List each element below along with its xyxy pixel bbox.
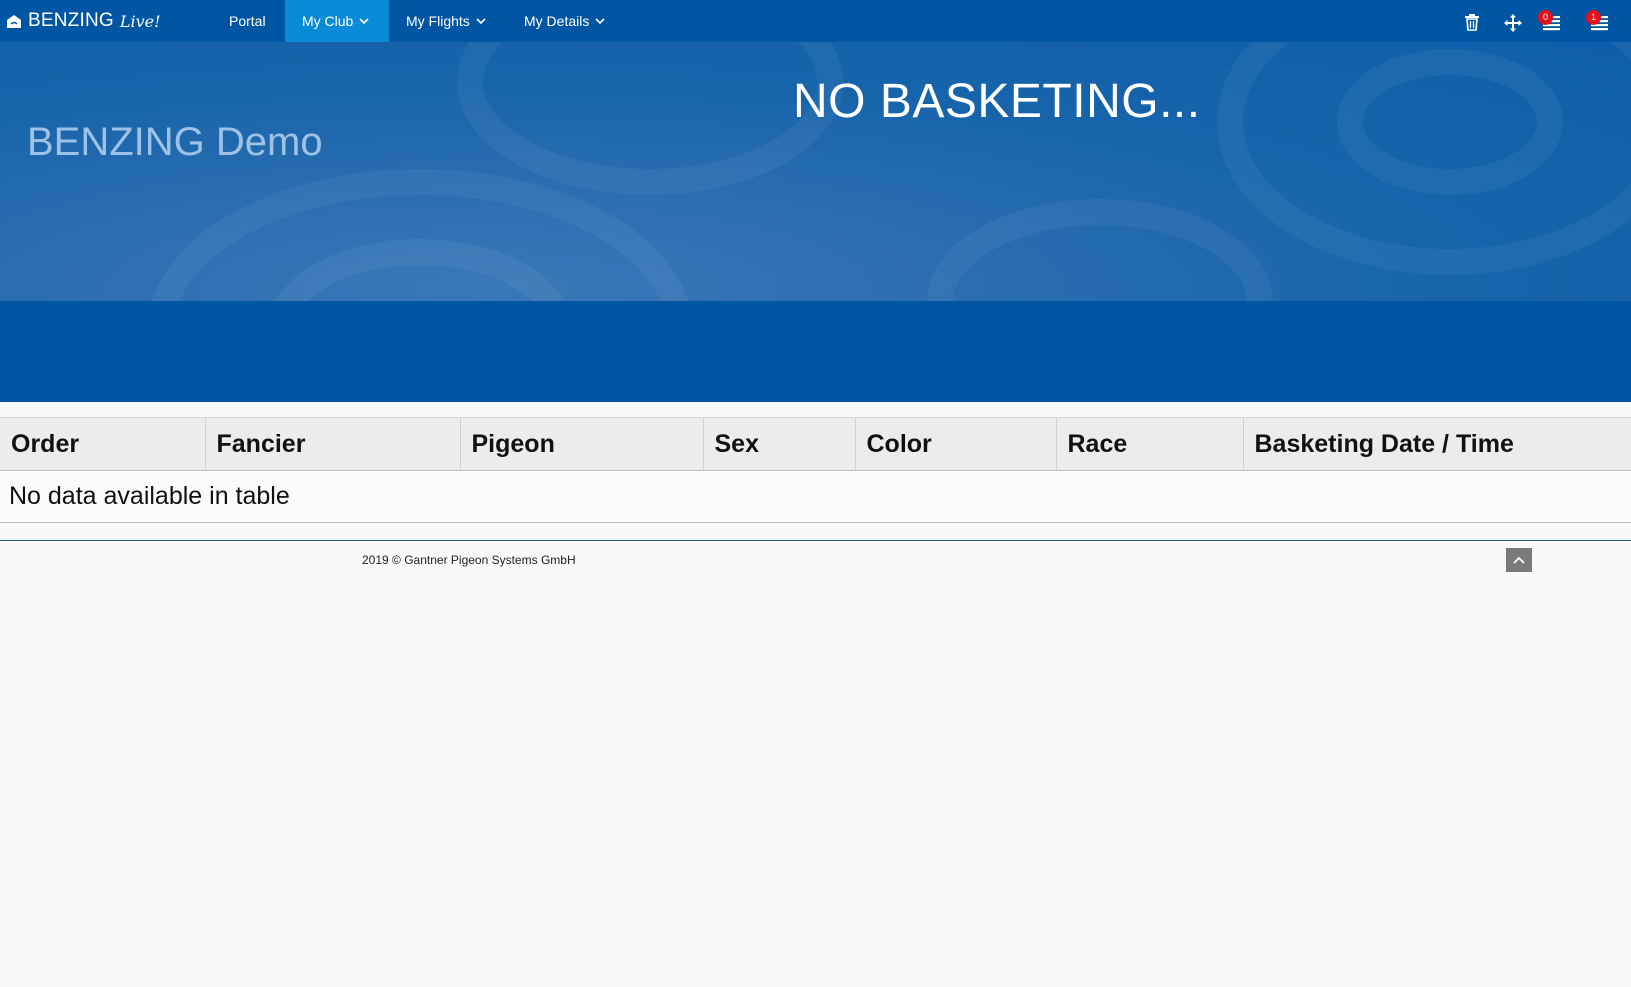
column-header-color[interactable]: Color: [855, 417, 1057, 471]
nav-my-details-label: My Details: [524, 13, 590, 29]
table-header-row: Order Fancier Pigeon Sex Color Race Bask…: [0, 417, 1631, 471]
notifications-button[interactable]: 0: [1538, 10, 1564, 34]
nav-my-club-label: My Club: [302, 13, 354, 29]
brand-logo[interactable]: BENZING Live!: [6, 0, 161, 42]
copyright-text: 2019 © Gantner Pigeon Systems GmbH: [362, 553, 576, 567]
column-header-pigeon[interactable]: Pigeon: [460, 417, 704, 471]
footer-divider: [0, 540, 1631, 541]
move-icon: [1504, 14, 1522, 32]
chevron-down-icon: [359, 18, 369, 25]
pigeon-house-icon: [7, 15, 21, 28]
nav-my-flights-label: My Flights: [406, 13, 470, 29]
nav-my-club[interactable]: My Club: [285, 0, 389, 42]
content-header-band: [0, 301, 1631, 402]
trash-button[interactable]: [1460, 10, 1486, 34]
nav-portal[interactable]: Portal: [212, 0, 283, 42]
hero-banner: BENZING Demo NO BASKETING...: [0, 42, 1631, 301]
status-message: NO BASKETING...: [793, 75, 1201, 128]
brand-suffix: Live!: [119, 11, 161, 31]
top-navbar: BENZING Live! Portal My Club My Flights …: [0, 0, 1631, 42]
club-name: BENZING Demo: [27, 120, 323, 164]
nav-my-flights[interactable]: My Flights: [389, 0, 503, 42]
message-badge: 1: [1586, 10, 1601, 25]
trash-icon: [1465, 14, 1479, 31]
messages-button[interactable]: 1: [1586, 10, 1612, 34]
column-header-sex[interactable]: Sex: [703, 417, 856, 471]
scroll-to-top-button[interactable]: [1506, 548, 1532, 572]
nav-portal-label: Portal: [229, 13, 266, 29]
chevron-down-icon: [476, 18, 486, 25]
brand-name: BENZING: [28, 10, 114, 31]
column-header-race[interactable]: Race: [1056, 417, 1244, 471]
column-header-basketing-datetime[interactable]: Basketing Date / Time: [1243, 417, 1631, 471]
basketing-table: Order Fancier Pigeon Sex Color Race Bask…: [0, 417, 1631, 523]
empty-table-message: No data available in table: [0, 470, 1631, 523]
move-button[interactable]: [1500, 10, 1526, 34]
column-header-fancier[interactable]: Fancier: [205, 417, 461, 471]
notification-badge: 0: [1538, 10, 1553, 25]
nav-my-details[interactable]: My Details: [507, 0, 622, 42]
table-row: No data available in table: [0, 470, 1631, 523]
chevron-down-icon: [595, 18, 605, 25]
chevron-up-icon: [1513, 556, 1525, 564]
column-header-order[interactable]: Order: [0, 417, 206, 471]
